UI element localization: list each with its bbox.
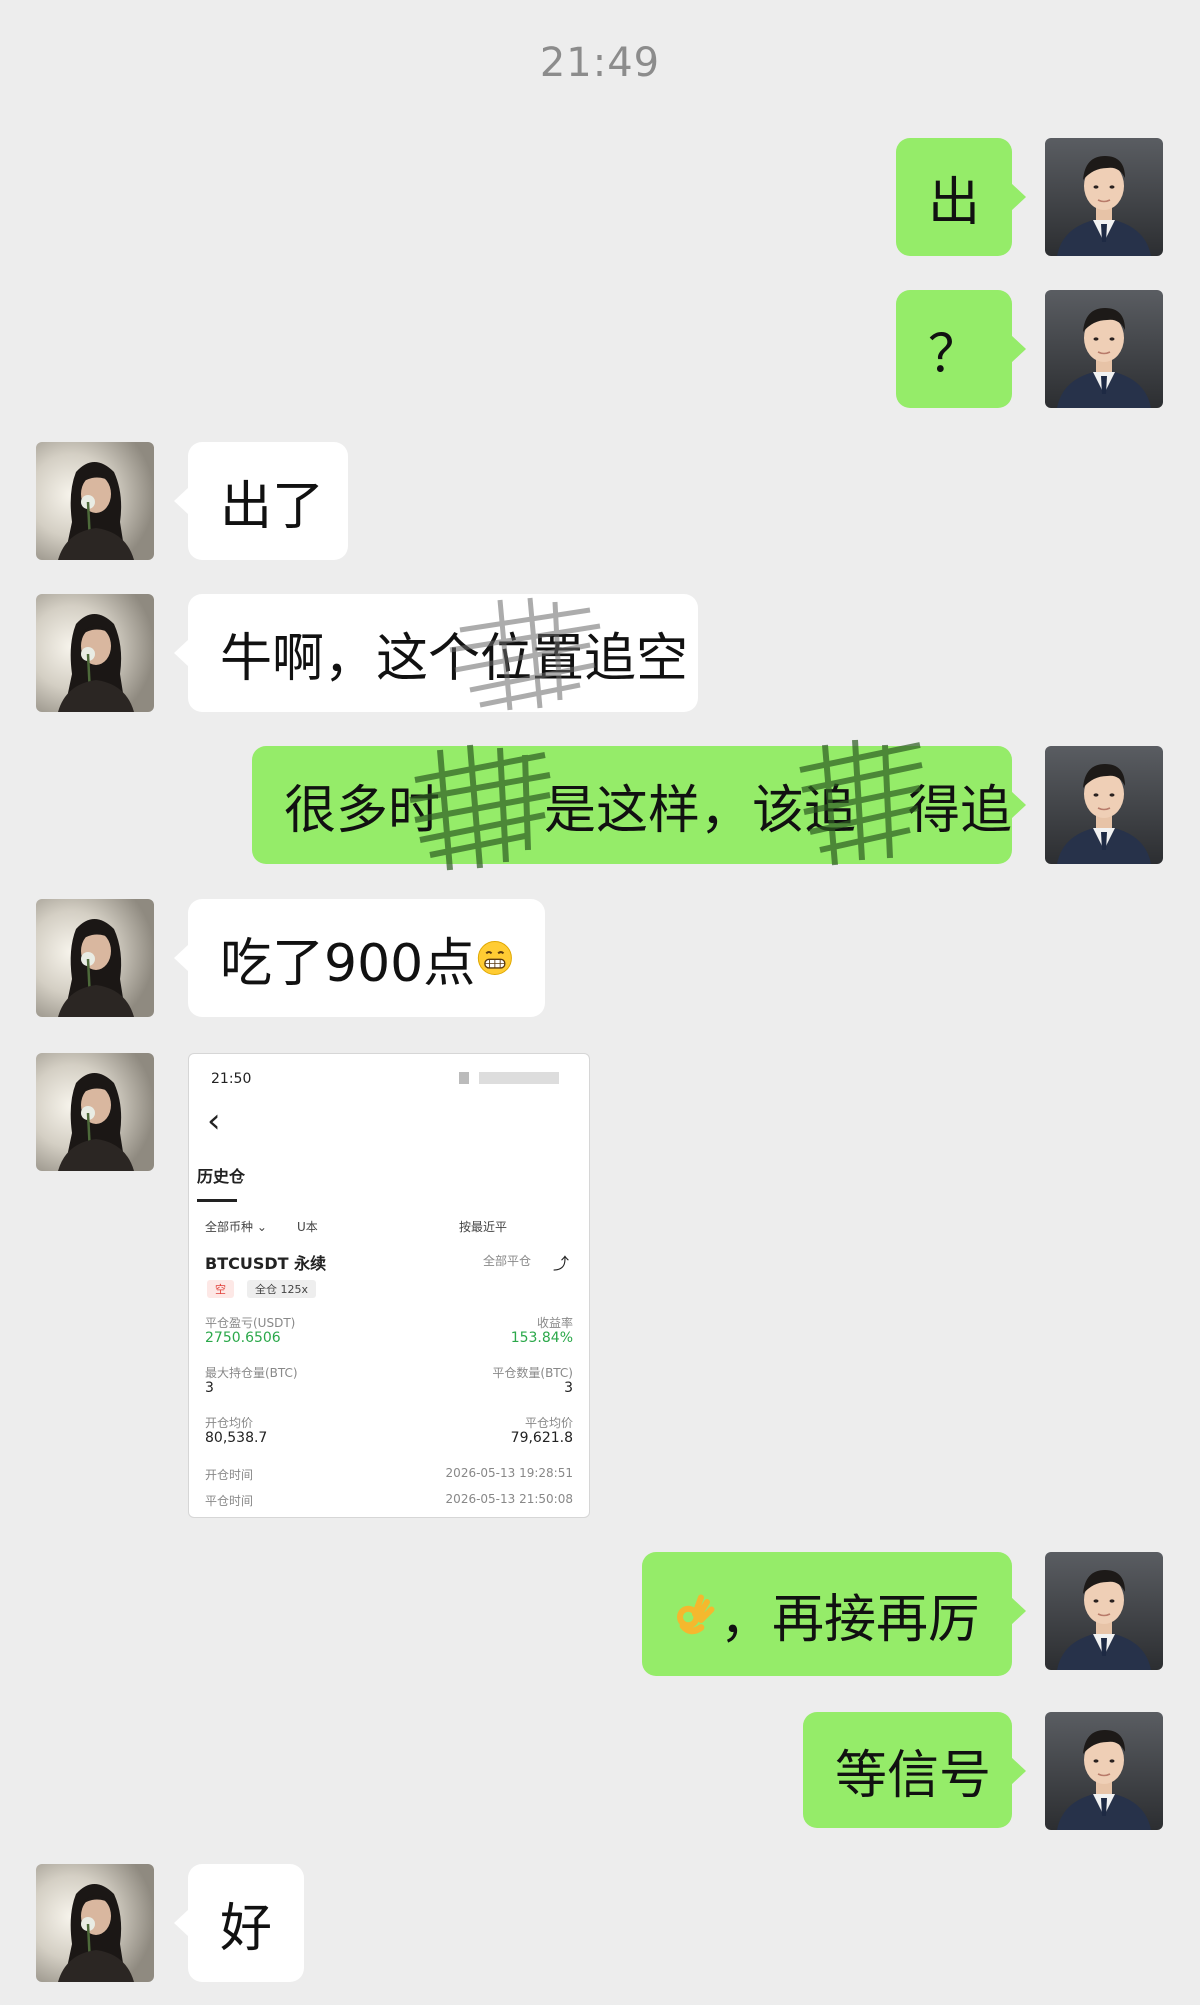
message-text: 等信号	[835, 1745, 992, 1806]
status-bar-time: 21:50	[211, 1071, 252, 1087]
message-text: 牛啊，这个位置追空	[220, 628, 689, 689]
message-bubble-received[interactable]: 好	[174, 1864, 304, 1982]
message-text: 很多时 是这样，该追 得追	[284, 780, 1013, 841]
avatar-contact[interactable]	[36, 442, 154, 560]
pnl-value: 2750.6506	[205, 1330, 281, 1346]
message-bubble-received[interactable]: 吃了900点	[174, 899, 545, 1017]
page-title: 历史仓	[197, 1167, 246, 1186]
avatar-me[interactable]	[1045, 1552, 1163, 1670]
pnl-label: 平仓盈亏(USDT)	[205, 1316, 296, 1330]
message-bubble-received[interactable]: 出了	[174, 442, 348, 560]
redaction-smudge	[239, 1172, 469, 1220]
open-time-label: 开仓时间	[205, 1468, 254, 1482]
max-position-label: 最大持仓量(BTC)	[205, 1366, 298, 1380]
message-bubble-sent[interactable]: 出	[896, 138, 1026, 256]
message-text: 出了	[220, 476, 325, 537]
avatar-contact[interactable]	[36, 594, 154, 712]
message-text: ？	[927, 324, 980, 385]
trade-screenshot-image[interactable]: 21:50 ‹ 历史仓 全部币种 ⌄ U本 按最近平 BTCUSDT 永续 全部…	[188, 1053, 590, 1518]
back-chevron-icon[interactable]: ‹	[207, 1104, 221, 1138]
message-text: 好	[220, 1898, 273, 1959]
ok-hand-emoji	[676, 1594, 715, 1635]
avatar-me[interactable]	[1045, 1712, 1163, 1830]
margin-tag: 全仓 125x	[247, 1280, 317, 1298]
status-bar-icons	[459, 1072, 559, 1084]
avatar-me[interactable]	[1045, 290, 1163, 408]
avatar-contact[interactable]	[36, 1053, 154, 1171]
avatar-contact[interactable]	[36, 899, 154, 1017]
close-avg-value: 79,621.8	[510, 1430, 573, 1446]
pair-name: BTCUSDT 永续	[205, 1254, 327, 1273]
message-bubble-sent[interactable]: ？	[896, 290, 1026, 408]
title-underline	[197, 1199, 237, 1202]
close-all-button[interactable]: 全部平仓	[483, 1252, 531, 1269]
close-qty-label: 平仓数量(BTC)	[492, 1366, 573, 1380]
filter-u-margin[interactable]: U本	[297, 1218, 318, 1235]
grinning-face-emoji	[478, 940, 513, 976]
avatar-me[interactable]	[1045, 138, 1163, 256]
close-time-label: 平仓时间	[205, 1494, 254, 1508]
roe-label: 收益率	[536, 1316, 573, 1330]
message-text: 出	[927, 172, 980, 233]
open-time-value: 2026-05-13 19:28:51	[445, 1466, 573, 1480]
close-avg-label: 平仓均价	[524, 1416, 573, 1430]
chat-timestamp: 21:49	[539, 40, 661, 86]
sort-button[interactable]: 按最近平	[459, 1218, 507, 1235]
message-text: ，再接再厉	[719, 1589, 980, 1650]
close-qty-value: 3	[564, 1380, 573, 1396]
message-bubble-sent[interactable]: ，再接再厉	[642, 1552, 1026, 1676]
message-text: 吃了900点	[220, 933, 476, 994]
message-bubble-sent[interactable]: 等信号	[803, 1712, 1026, 1828]
avatar-contact[interactable]	[36, 1864, 154, 1982]
close-time-value: 2026-05-13 21:50:08	[445, 1492, 573, 1506]
open-avg-value: 80,538.7	[205, 1430, 268, 1446]
open-avg-label: 开仓均价	[205, 1416, 254, 1430]
message-bubble-received[interactable]: 牛啊，这个位置追空	[174, 594, 698, 712]
avatar-me[interactable]	[1045, 746, 1163, 864]
max-position-value: 3	[205, 1380, 214, 1396]
filter-all-coins[interactable]: 全部币种 ⌄	[205, 1218, 267, 1235]
message-bubble-sent[interactable]: 很多时 是这样，该追 得追	[252, 746, 1026, 864]
side-tag-short: 空	[207, 1280, 234, 1298]
share-icon[interactable]: ⤴	[553, 1250, 569, 1274]
roe-value: 153.84%	[510, 1330, 573, 1346]
